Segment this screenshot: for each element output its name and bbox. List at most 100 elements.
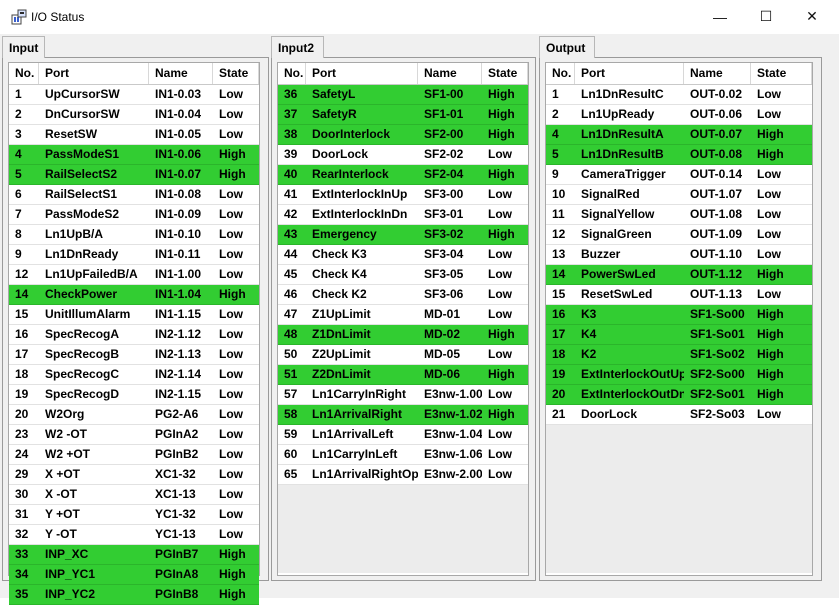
- table-row[interactable]: 33 INP_XC PGInB7 High: [9, 545, 259, 565]
- io-table[interactable]: No. Port Name State 36 SafetyL SF1-00 High 37 Saf…: [277, 62, 529, 576]
- table-row[interactable]: 50 Z2UpLimit MD-05 Low: [278, 345, 528, 365]
- table-row[interactable]: 24 W2 +OT PGInB2 Low: [9, 445, 259, 465]
- table-row[interactable]: 14 PowerSwLed OUT-1.12 High: [546, 265, 812, 285]
- table-row[interactable]: 32 Y -OT YC1-13 Low: [9, 525, 259, 545]
- cell-state: High: [219, 167, 246, 181]
- table-row[interactable]: 65 Ln1ArrivalRightOp E3nw-2.00 Low: [278, 465, 528, 485]
- table-row[interactable]: 40 RearInterlock SF2-04 High: [278, 165, 528, 185]
- cell-no: 23: [15, 427, 29, 441]
- column-header-name[interactable]: Name: [149, 63, 213, 84]
- cell-port: Ln1DnReady: [45, 247, 119, 261]
- table-row[interactable]: 9 CameraTrigger OUT-0.14 Low: [546, 165, 812, 185]
- cell-state: High: [219, 567, 246, 581]
- cell-state: High: [219, 587, 246, 601]
- table-row[interactable]: 30 X -OT XC1-13 Low: [9, 485, 259, 505]
- table-row[interactable]: 51 Z2DnLimit MD-06 High: [278, 365, 528, 385]
- table-row[interactable]: 17 SpecRecogB IN2-1.13 Low: [9, 345, 259, 365]
- table-row[interactable]: 5 RailSelectS2 IN1-0.07 High: [9, 165, 259, 185]
- column-header-port[interactable]: Port: [575, 63, 684, 84]
- table-row[interactable]: 2 Ln1UpReady OUT-0.06 Low: [546, 105, 812, 125]
- table-row[interactable]: 47 Z1UpLimit MD-01 Low: [278, 305, 528, 325]
- cell-name: SF3-05: [424, 267, 464, 281]
- table-row[interactable]: 39 DoorLock SF2-02 Low: [278, 145, 528, 165]
- column-header-state[interactable]: State: [213, 63, 259, 84]
- cell-no: 34: [15, 567, 29, 581]
- table-row[interactable]: 8 Ln1UpB/A IN1-0.10 Low: [9, 225, 259, 245]
- column-header-state[interactable]: State: [482, 63, 528, 84]
- table-row[interactable]: 1 Ln1DnResultC OUT-0.02 Low: [546, 85, 812, 105]
- column-header-name[interactable]: Name: [684, 63, 751, 84]
- table-row[interactable]: 36 SafetyL SF1-00 High: [278, 85, 528, 105]
- maximize-button[interactable]: ☐: [743, 0, 789, 33]
- cell-name: IN2-1.15: [155, 387, 202, 401]
- table-row[interactable]: 19 ExtInterlockOutUp SF2-So00 High: [546, 365, 812, 385]
- cell-no: 12: [552, 227, 566, 241]
- table-row[interactable]: 13 Buzzer OUT-1.10 Low: [546, 245, 812, 265]
- table-row[interactable]: 45 Check K4 SF3-05 Low: [278, 265, 528, 285]
- table-row[interactable]: 41 ExtInterlockInUp SF3-00 Low: [278, 185, 528, 205]
- column-header-no[interactable]: No.: [9, 63, 39, 84]
- cell-no: 5: [552, 147, 559, 161]
- table-row[interactable]: 20 W2Org PG2-A6 Low: [9, 405, 259, 425]
- column-header-no[interactable]: No.: [546, 63, 575, 84]
- cell-no: 47: [284, 307, 298, 321]
- table-row[interactable]: 46 Check K2 SF3-06 Low: [278, 285, 528, 305]
- table-row[interactable]: 6 RailSelectS1 IN1-0.08 Low: [9, 185, 259, 205]
- cell-state: Low: [219, 467, 243, 481]
- table-row[interactable]: 58 Ln1ArrivalRight E3nw-1.02 High: [278, 405, 528, 425]
- table-row[interactable]: 48 Z1DnLimit MD-02 High: [278, 325, 528, 345]
- table-row[interactable]: 15 UnitIllumAlarm IN1-1.15 Low: [9, 305, 259, 325]
- table-row[interactable]: 12 SignalGreen OUT-1.09 Low: [546, 225, 812, 245]
- table-row[interactable]: 14 CheckPower IN1-1.04 High: [9, 285, 259, 305]
- close-button[interactable]: ✕: [789, 0, 835, 33]
- table-row[interactable]: 3 ResetSW IN1-0.05 Low: [9, 125, 259, 145]
- table-row[interactable]: 42 ExtInterlockInDn SF3-01 Low: [278, 205, 528, 225]
- table-row[interactable]: 4 Ln1DnResultA OUT-0.07 High: [546, 125, 812, 145]
- table-row[interactable]: 16 K3 SF1-So00 High: [546, 305, 812, 325]
- table-row[interactable]: 18 K2 SF1-So02 High: [546, 345, 812, 365]
- column-header-state[interactable]: State: [751, 63, 812, 84]
- column-header-port[interactable]: Port: [39, 63, 149, 84]
- table-row[interactable]: 34 INP_YC1 PGInA8 High: [9, 565, 259, 585]
- table-row[interactable]: 1 UpCursorSW IN1-0.03 Low: [9, 85, 259, 105]
- column-header-port[interactable]: Port: [306, 63, 418, 84]
- table-row[interactable]: 11 SignalYellow OUT-1.08 Low: [546, 205, 812, 225]
- table-row[interactable]: 12 Ln1UpFailedB/A IN1-1.00 Low: [9, 265, 259, 285]
- table-row[interactable]: 10 SignalRed OUT-1.07 Low: [546, 185, 812, 205]
- cell-name: IN1-0.08: [155, 187, 202, 201]
- table-row[interactable]: 9 Ln1DnReady IN1-0.11 Low: [9, 245, 259, 265]
- table-row[interactable]: 60 Ln1CarryInLeft E3nw-1.06 Low: [278, 445, 528, 465]
- table-row[interactable]: 4 PassModeS1 IN1-0.06 High: [9, 145, 259, 165]
- title-bar[interactable]: I/O Status — ☐ ✕: [0, 0, 839, 34]
- cell-state: High: [488, 327, 515, 341]
- cell-port: SafetyL: [312, 87, 356, 101]
- table-row[interactable]: 35 INP_YC2 PGInB8 High: [9, 585, 259, 605]
- table-row[interactable]: 23 W2 -OT PGInA2 Low: [9, 425, 259, 445]
- cell-name: IN1-0.11: [155, 247, 201, 261]
- column-header-name[interactable]: Name: [418, 63, 482, 84]
- table-row[interactable]: 57 Ln1CarryInRight E3nw-1.00 Low: [278, 385, 528, 405]
- table-row[interactable]: 17 K4 SF1-So01 High: [546, 325, 812, 345]
- table-row[interactable]: 20 ExtInterlockOutDn SF2-So01 High: [546, 385, 812, 405]
- io-table[interactable]: No. Port Name State 1 Ln1DnResultC OUT-0.02 Low…: [545, 62, 813, 576]
- minimize-button[interactable]: —: [697, 0, 743, 33]
- table-row[interactable]: 59 Ln1ArrivalLeft E3nw-1.04 Low: [278, 425, 528, 445]
- table-row[interactable]: 7 PassModeS2 IN1-0.09 Low: [9, 205, 259, 225]
- table-row[interactable]: 38 DoorInterlock SF2-00 High: [278, 125, 528, 145]
- table-row[interactable]: 43 Emergency SF3-02 High: [278, 225, 528, 245]
- table-row[interactable]: 19 SpecRecogD IN2-1.15 Low: [9, 385, 259, 405]
- table-row[interactable]: 2 DnCursorSW IN1-0.04 Low: [9, 105, 259, 125]
- table-row[interactable]: 31 Y +OT YC1-32 Low: [9, 505, 259, 525]
- table-row[interactable]: 37 SafetyR SF1-01 High: [278, 105, 528, 125]
- table-row[interactable]: 5 Ln1DnResultB OUT-0.08 High: [546, 145, 812, 165]
- table-row[interactable]: 44 Check K3 SF3-04 Low: [278, 245, 528, 265]
- cell-state: Low: [219, 307, 243, 321]
- table-row[interactable]: 18 SpecRecogC IN2-1.14 Low: [9, 365, 259, 385]
- io-table[interactable]: No. Port Name State 1 UpCursorSW IN1-0.03 Low 2 D…: [8, 62, 260, 605]
- table-row[interactable]: 15 ResetSwLed OUT-1.13 Low: [546, 285, 812, 305]
- column-header-no[interactable]: No.: [278, 63, 306, 84]
- table-row[interactable]: 21 DoorLock SF2-So03 Low: [546, 405, 812, 425]
- cell-no: 38: [284, 127, 298, 141]
- table-row[interactable]: 29 X +OT XC1-32 Low: [9, 465, 259, 485]
- table-row[interactable]: 16 SpecRecogA IN2-1.12 Low: [9, 325, 259, 345]
